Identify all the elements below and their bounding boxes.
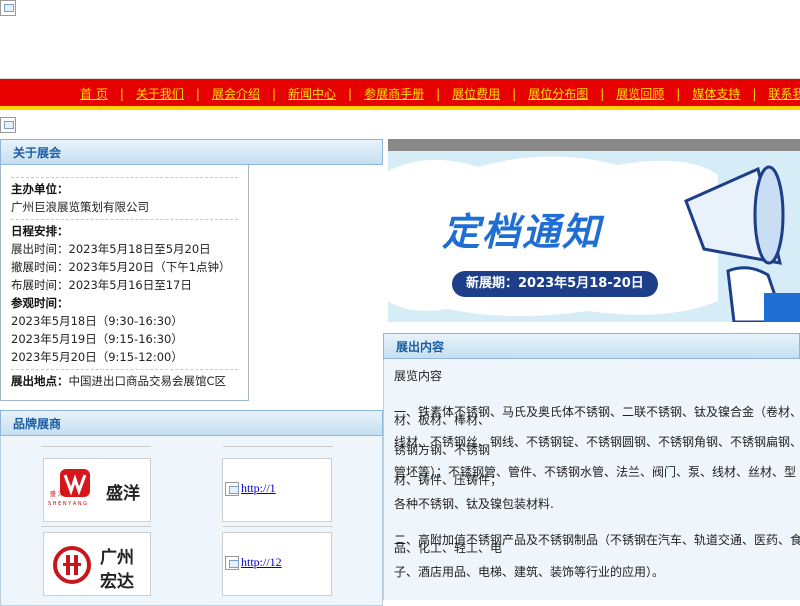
about-panel-body: 主办单位： 广州巨浪展览策划有限公司 日程安排： 展出时间：2023年5月18日… <box>0 165 249 401</box>
brand-link-box-1: http://1 <box>222 458 332 522</box>
divider <box>11 219 238 220</box>
divider <box>11 177 238 178</box>
organizer-value: 广州巨浪展览策划有限公司 <box>11 200 149 214</box>
announcement-banner[interactable]: 定档通知 新展期：2023年5月18-20日 <box>388 139 800 322</box>
exhibit-panel-title: 展出内容 <box>383 333 800 359</box>
nav-separator: | <box>119 86 124 101</box>
header-broken-image-icon <box>0 0 16 16</box>
nav-news-center[interactable]: 新闻中心 <box>288 85 336 102</box>
brand-link-box-2: http://12 <box>222 532 332 596</box>
organizer-label: 主办单位： <box>11 182 69 196</box>
close-time: 撤展时间：2023年5月20日（下午1点钟） <box>11 260 231 274</box>
divider <box>41 526 151 527</box>
shengyang-small-text: 盛 洋 <box>50 491 64 498</box>
exhibit-panel-body: 展览内容 一、铁素体不锈钢、马氏及奥氏体不锈钢、二联不锈钢、钛及镍合金（卷材、 … <box>383 359 800 600</box>
banner-date-pill: 新展期：2023年5月18-20日 <box>452 271 658 297</box>
schedule-label: 日程安排： <box>11 224 69 238</box>
brand-logo-shengyang[interactable]: 盛 洋 S H E N Y A N G 盛洋 <box>43 458 151 522</box>
nav-separator: | <box>195 86 200 101</box>
venue-value: 中国进出口商品交易会展馆C区 <box>68 374 227 388</box>
exhibit-contents-panel: 展出内容 展览内容 一、铁素体不锈钢、马氏及奥氏体不锈钢、二联不锈钢、钛及镍合金… <box>383 333 800 600</box>
hongda-name-line-2: 宏达 <box>100 572 134 592</box>
hongda-emblem-icon <box>53 546 91 584</box>
nav-separator: | <box>752 86 757 101</box>
nav-separator: | <box>271 86 276 101</box>
nav-booth-fees[interactable]: 展位费用 <box>452 85 500 102</box>
divider <box>41 446 151 447</box>
nav-exhibition-intro[interactable]: 展会介绍 <box>212 85 260 102</box>
visit-label: 参观时间： <box>11 296 69 310</box>
shengyang-name: 盛洋 <box>106 484 140 504</box>
exhibit-para-6: 子、酒店用品、电梯、建筑、装饰等行业的应用）。 <box>394 565 665 579</box>
about-exhibition-panel: 关于展会 主办单位： 广州巨浪展览策划有限公司 日程安排： 展出时间：2023年… <box>0 139 383 401</box>
nav-exhibitor-manual[interactable]: 参展商手册 <box>364 85 424 102</box>
nav-home[interactable]: 首 页 <box>80 85 108 102</box>
nav-separator: | <box>436 86 441 101</box>
banner-background: 定档通知 新展期：2023年5月18-20日 <box>388 151 800 322</box>
broken-image-icon <box>225 556 239 570</box>
setup-time: 布展时间：2023年5月16日至17日 <box>11 278 192 292</box>
brands-panel-title: 品牌展商 <box>0 410 383 436</box>
exhibit-time: 展出时间：2023年5月18日至5月20日 <box>11 242 211 256</box>
exhibit-para-4: 各种不锈钢、钛及镍包装材料. <box>394 497 554 511</box>
brands-panel-body: 盛 洋 S H E N Y A N G 盛洋 http://1 广州 宏达 ht… <box>0 436 383 606</box>
divider <box>223 526 333 527</box>
nav-media-support[interactable]: 媒体支持 <box>692 85 740 102</box>
divider <box>11 369 238 370</box>
divider <box>223 446 333 447</box>
main-navigation: 首 页 | 关于我们 | 展会介绍 | 新闻中心 | 参展商手册 | 展位费用 | 展位分布… <box>0 79 800 110</box>
visit-day-2: 2023年5月19日（9:15-16:30） <box>11 332 183 346</box>
visit-day-1: 2023年5月18日（9:30-16:30） <box>11 314 183 328</box>
venue-label: 展出地点： <box>11 374 69 388</box>
nav-floor-plan[interactable]: 展位分布图 <box>528 85 588 102</box>
brand-logo-hongda[interactable]: 广州 宏达 <box>43 532 151 596</box>
visit-day-3: 2023年5月20日（9:15-12:00） <box>11 350 183 364</box>
nav-separator: | <box>676 86 681 101</box>
nav-separator: | <box>600 86 605 101</box>
nav-contact-us[interactable]: 联系我们 <box>768 85 800 102</box>
shengyang-latin-text: S H E N Y A N G <box>48 501 88 507</box>
brand-link-2[interactable]: http://12 <box>241 555 282 570</box>
nav-review[interactable]: 展览回顾 <box>616 85 664 102</box>
brand-link-1[interactable]: http://1 <box>241 481 276 496</box>
broken-image-icon <box>225 482 239 496</box>
brand-exhibitors-panel: 品牌展商 盛 洋 S H E N Y A N G 盛洋 http://1 广州 … <box>0 410 383 606</box>
exhibit-intro: 展览内容 <box>394 369 443 383</box>
about-panel-title: 关于展会 <box>0 139 383 165</box>
banner-top-strip <box>388 139 800 151</box>
hongda-name-line-1: 广州 <box>100 548 134 568</box>
banner-title: 定档通知 <box>442 210 603 254</box>
nav-separator: | <box>512 86 517 101</box>
broken-image-icon <box>0 117 16 133</box>
nav-about-us[interactable]: 关于我们 <box>136 85 184 102</box>
nav-separator: | <box>348 86 353 101</box>
header-banner-area <box>0 0 800 79</box>
